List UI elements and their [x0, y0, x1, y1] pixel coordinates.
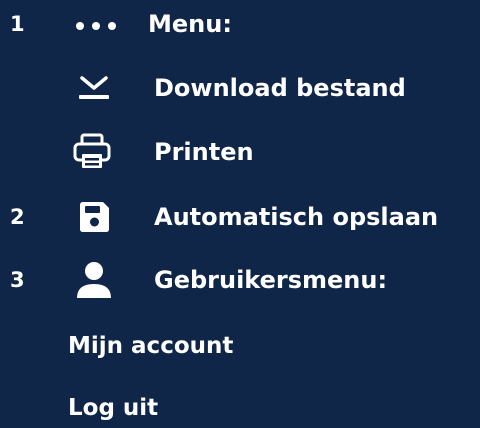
printer-icon	[70, 130, 114, 174]
user-menu-item-account: Mijn account	[0, 326, 480, 366]
item-number: 2	[10, 205, 25, 229]
menu-label: Menu:	[148, 10, 232, 38]
legend-item-autosave: 2 Automatisch opslaan	[0, 197, 480, 237]
user-menu-label: Gebruikersmenu:	[154, 266, 388, 294]
more-dots-icon	[72, 4, 122, 44]
print-label: Printen	[154, 138, 254, 166]
legend-item-menu: 1 Menu:	[0, 4, 480, 44]
legend-item-download: Download bestand	[0, 68, 480, 108]
user-menu-item-logout: Log uit	[0, 388, 480, 428]
logout-label: Log uit	[68, 395, 159, 421]
legend-item-print: Printen	[0, 132, 480, 172]
download-icon	[74, 68, 114, 108]
save-icon	[74, 197, 114, 237]
autosave-label: Automatisch opslaan	[154, 203, 439, 231]
legend-item-user-menu: 3 Gebruikersmenu:	[0, 260, 480, 300]
my-account-label: Mijn account	[68, 333, 234, 359]
download-label: Download bestand	[154, 74, 406, 102]
user-icon	[72, 260, 116, 300]
item-number: 3	[10, 268, 25, 292]
item-number: 1	[10, 12, 25, 36]
